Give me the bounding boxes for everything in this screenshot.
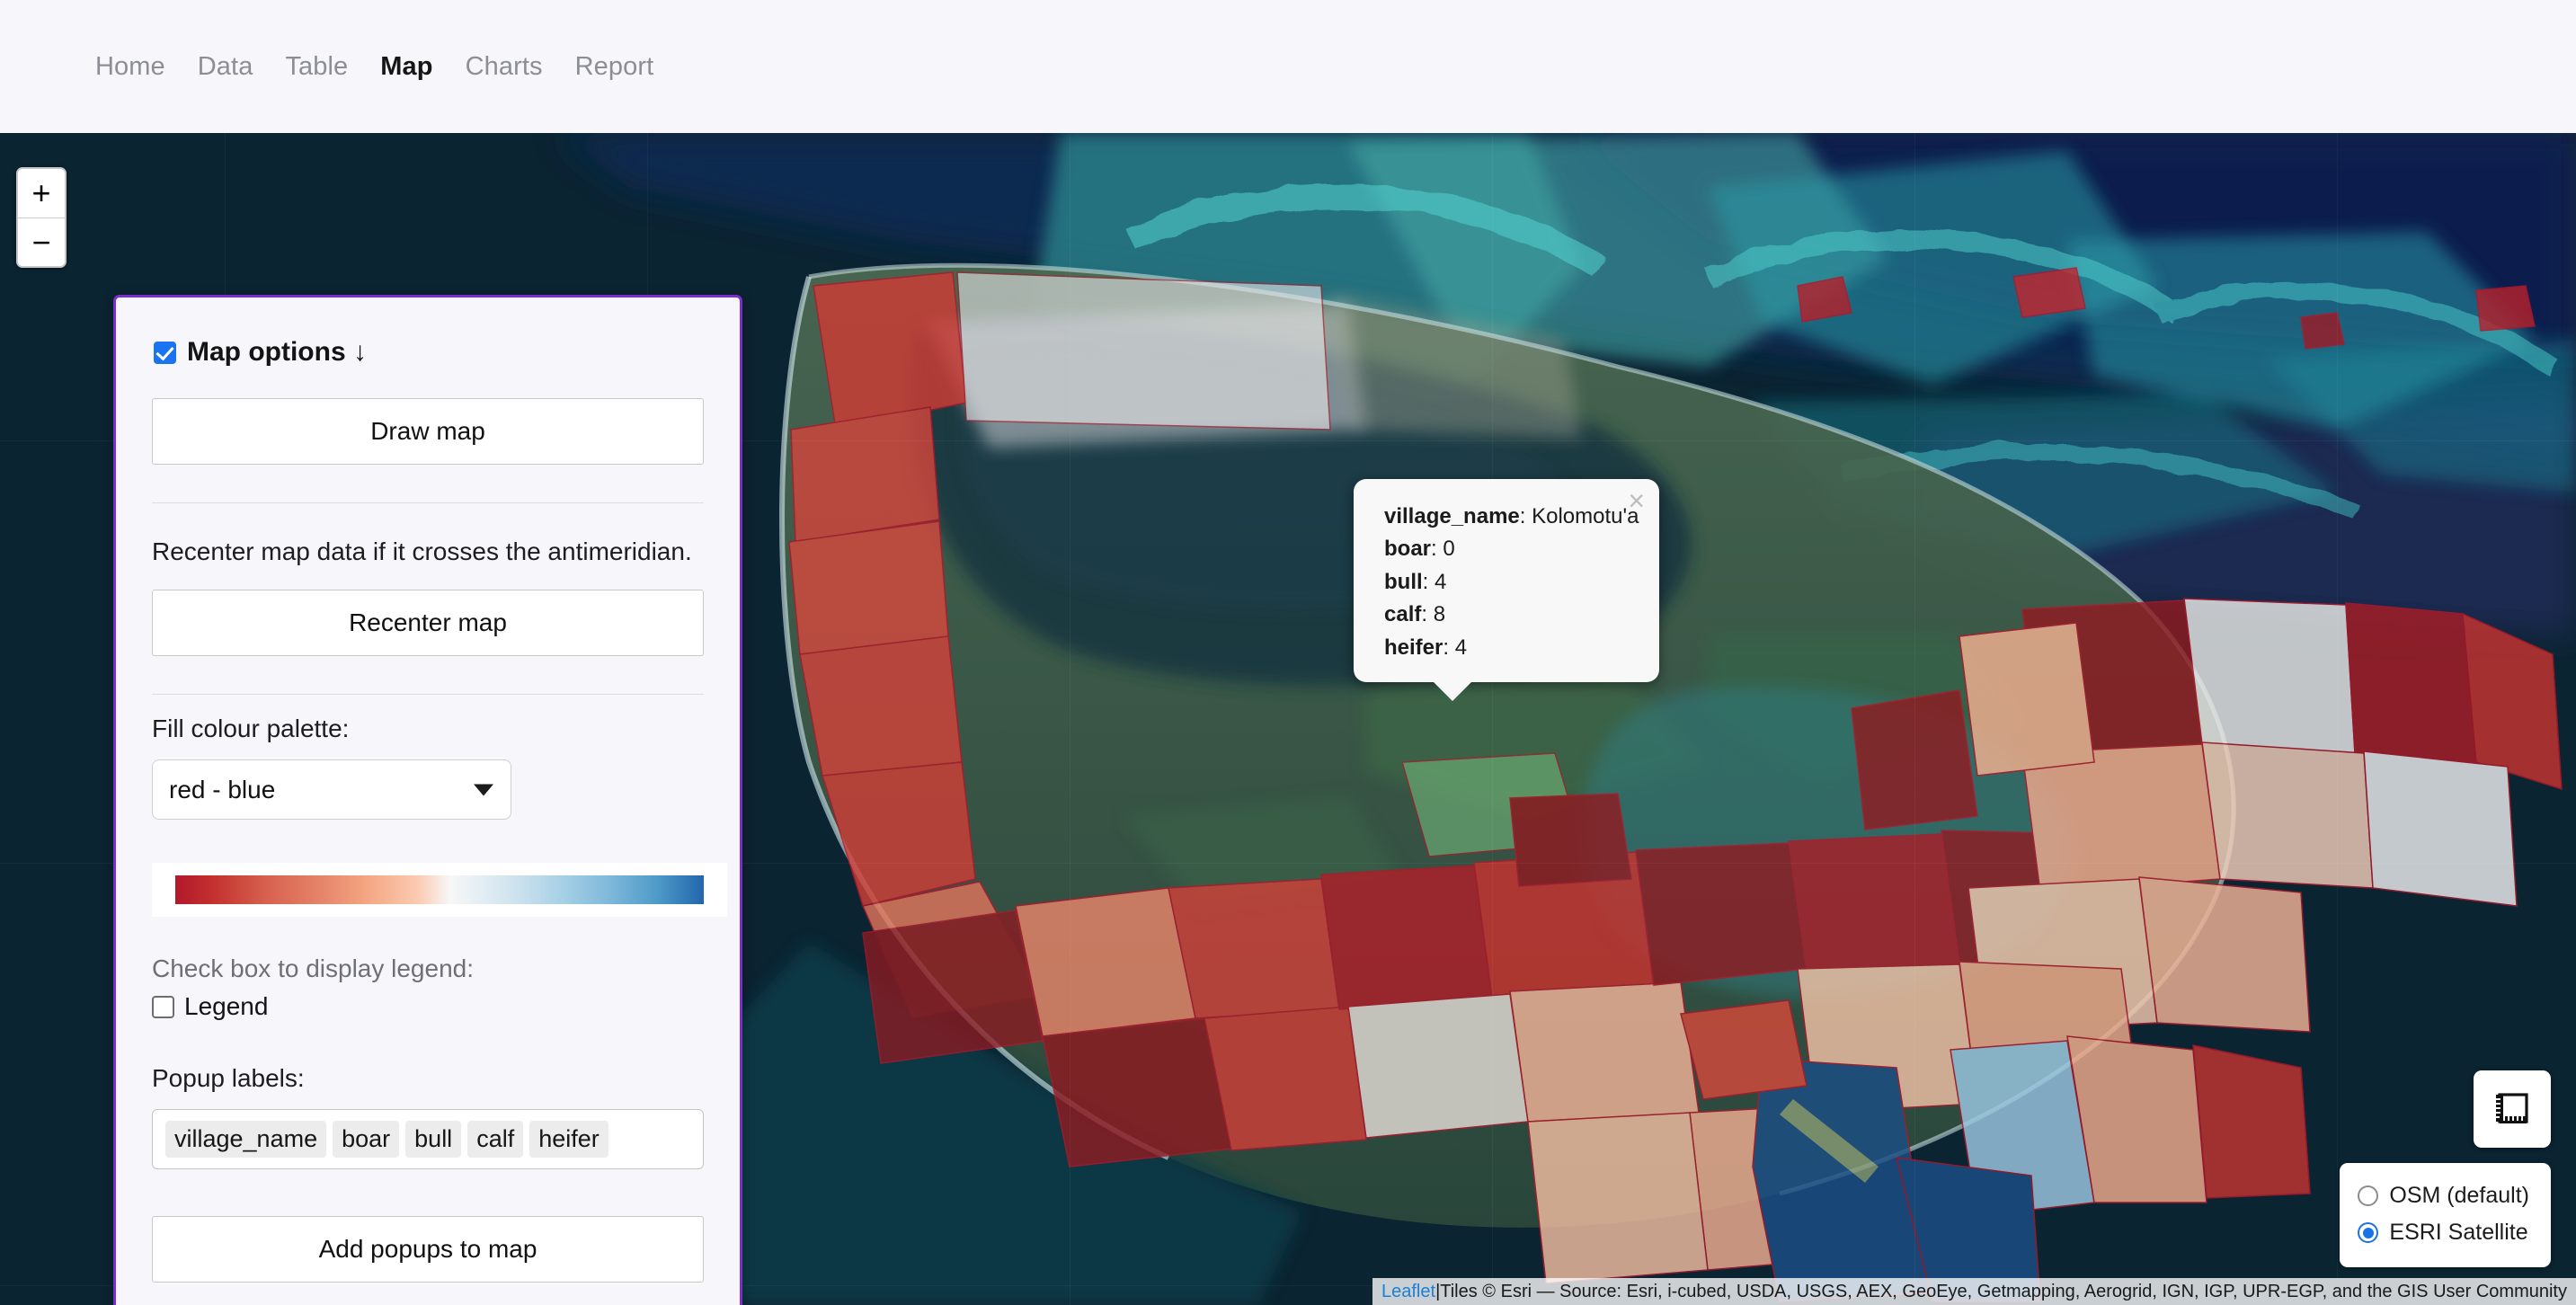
zoom-control: + − <box>16 167 67 268</box>
feature-popup: × village_name: Kolomotu'a boar: 0 bull:… <box>1354 479 1659 702</box>
legend-hint: Check box to display legend: <box>152 954 474 982</box>
radio-icon-selected[interactable] <box>2358 1222 2379 1243</box>
layer-option-osm[interactable]: OSM (default) <box>2358 1177 2529 1214</box>
recenter-hint: Recenter map data if it crosses the anti… <box>152 537 692 565</box>
popup-value: 4 <box>1454 635 1468 660</box>
draw-map-button[interactable]: Draw map <box>152 398 704 465</box>
nav-item-charts[interactable]: Charts <box>449 43 559 91</box>
popup-key: bull <box>1384 569 1423 594</box>
palette-label: Fill colour palette: <box>152 715 350 742</box>
palette-select-wrapper: red - blueviridismagmablue - redgreen - … <box>152 759 511 820</box>
popup-row: village_name: Kolomotu'a <box>1384 504 1639 528</box>
popup-key: calf <box>1384 602 1422 627</box>
popup-row: boar: 0 <box>1384 537 1455 562</box>
popup-key: boar <box>1384 537 1432 562</box>
leaflet-link[interactable]: Leaflet <box>1381 1282 1435 1302</box>
layer-option-label: OSM (default) <box>2389 1183 2529 1208</box>
layers-control: OSM (default) ESRI Satellite <box>2340 1163 2551 1267</box>
legend-checkbox-row[interactable]: Legend <box>152 992 704 1021</box>
divider <box>152 502 704 503</box>
zoom-out-button[interactable]: − <box>18 218 65 266</box>
palette-gradient-bar <box>175 875 704 904</box>
recenter-map-button[interactable]: Recenter map <box>152 590 704 656</box>
map-options-title: Map options ↓ <box>187 337 367 367</box>
zoom-in-button[interactable]: + <box>18 169 65 218</box>
popup-row: bull: 4 <box>1384 569 1447 594</box>
measure-control-button[interactable] <box>2474 1070 2551 1148</box>
top-navbar: Home Data Table Map Charts Report <box>0 0 2576 133</box>
popup-tail <box>1433 681 1472 702</box>
nav-item-data[interactable]: Data <box>182 43 270 91</box>
popup-value: 4 <box>1435 569 1447 594</box>
map-options-panel: Map options ↓ Draw map Recenter map data… <box>113 295 742 1305</box>
leaflet-map[interactable]: + − × village_name: Kolomotu'a boar: 0 b… <box>0 133 2576 1305</box>
map-options-checkbox[interactable] <box>154 341 176 364</box>
map-options-header[interactable]: Map options ↓ <box>154 337 713 368</box>
attribution-bar: Leaflet | Tiles © Esri — Source: Esri, i… <box>1372 1278 2576 1305</box>
legend-label: Legend <box>184 992 269 1020</box>
nav-item-home[interactable]: Home <box>79 43 182 91</box>
nav-item-table[interactable]: Table <box>269 43 364 91</box>
add-popups-button[interactable]: Add popups to map <box>152 1216 704 1283</box>
popup-row: heifer: 4 <box>1384 635 1468 660</box>
popup-key: village_name <box>1384 504 1520 528</box>
palette-preview <box>152 863 727 917</box>
nav-item-map[interactable]: Map <box>364 43 449 91</box>
popup-label-chip[interactable]: calf <box>467 1121 524 1158</box>
attribution-text: Tiles © Esri — Source: Esri, i-cubed, US… <box>1440 1281 2567 1301</box>
popup-value: Kolomotu'a <box>1532 504 1639 528</box>
popup-labels-label: Popup labels: <box>152 1064 305 1092</box>
layer-option-label: ESRI Satellite <box>2389 1220 2528 1245</box>
popup-value: 0 <box>1443 537 1455 562</box>
popup-key: heifer <box>1384 635 1443 660</box>
palette-select[interactable]: red - blueviridismagmablue - redgreen - … <box>152 759 511 820</box>
popup-label-chip[interactable]: heifer <box>529 1121 608 1158</box>
layer-option-esri[interactable]: ESRI Satellite <box>2358 1214 2529 1251</box>
radio-icon[interactable] <box>2358 1185 2379 1206</box>
popup-label-chip[interactable]: bull <box>405 1121 462 1158</box>
popup-row: calf: 8 <box>1384 602 1446 627</box>
popup-value: 8 <box>1433 602 1446 627</box>
popup-labels-input[interactable]: village_name boar bull calf heifer <box>152 1109 704 1169</box>
legend-checkbox[interactable] <box>152 995 174 1018</box>
ruler-icon <box>2496 1093 2528 1123</box>
popup-label-chip[interactable]: village_name <box>165 1121 327 1158</box>
nav-items: Home Data Table Map Charts Report <box>79 43 670 91</box>
map-application: Home Data Table Map Charts Report + − × … <box>0 0 2576 1305</box>
popup-label-chip[interactable]: boar <box>333 1121 400 1158</box>
close-icon[interactable]: × <box>1628 486 1645 515</box>
nav-item-report[interactable]: Report <box>559 43 671 91</box>
